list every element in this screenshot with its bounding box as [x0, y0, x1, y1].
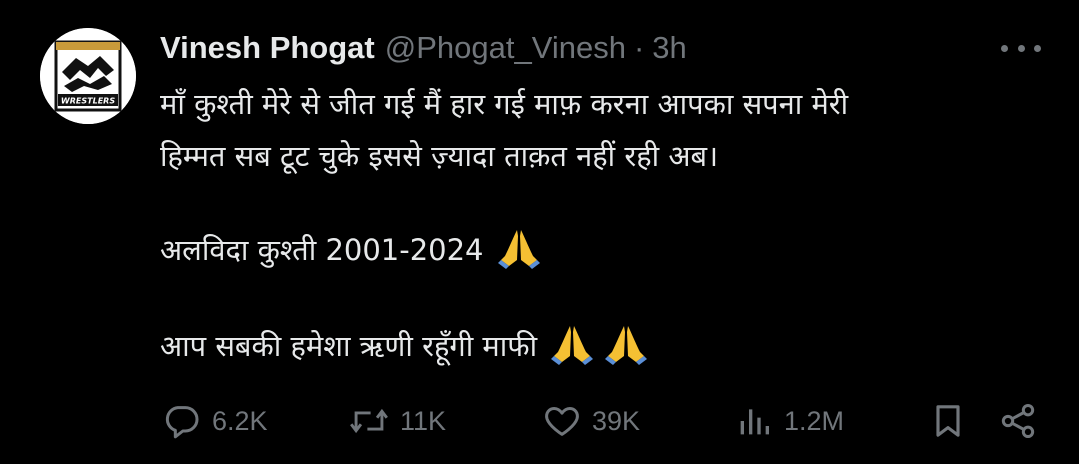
tweet-header: Vinesh Phogat @Phogat_Vinesh · 3h: [160, 26, 687, 70]
folded-hands-emoji-icon: [551, 326, 594, 365]
view-count: 1.2M: [784, 405, 845, 436]
retweet-count: 11K: [400, 405, 447, 436]
timestamp[interactable]: 3h: [652, 30, 686, 66]
wrestlers-logo-icon: WRESTLERS: [40, 28, 136, 124]
reply-count: 6.2K: [212, 405, 268, 436]
retweet-button[interactable]: 11K: [348, 396, 446, 446]
user-handle[interactable]: @Phogat_Vinesh: [385, 30, 626, 66]
folded-hands-emoji-icon: [497, 230, 540, 269]
tweet-text-line: हिम्मत सब टूट चुके इससे ज़्यादा ताक़त नह…: [160, 139, 719, 173]
bookmark-button[interactable]: [928, 396, 968, 446]
like-button[interactable]: 39K: [542, 396, 640, 446]
tweet-actions: 6.2K 11K 39K 1.2M: [160, 396, 1040, 446]
share-icon: [1001, 404, 1035, 438]
tweet-text-line: आप सबकी हमेशा ऋणी रहूँगी माफी: [160, 322, 648, 366]
tweet-text-line: माँ कुश्ती मेरे से जीत गई मैं हार गई माफ…: [160, 87, 849, 121]
more-icon-dot: [1001, 44, 1008, 52]
more-icon-dot: [1034, 44, 1041, 52]
bookmark-icon: [936, 405, 960, 437]
share-button[interactable]: [998, 396, 1038, 446]
folded-hands-emoji-icon: [604, 326, 647, 365]
like-count: 39K: [592, 405, 641, 436]
views-icon: [740, 409, 769, 435]
views-button[interactable]: 1.2M: [734, 396, 844, 446]
avatar-logo-text: WRESTLERS: [61, 97, 115, 106]
more-options-button[interactable]: [1001, 36, 1041, 60]
retweet-icon: [350, 408, 388, 434]
reply-icon: [165, 406, 199, 439]
heart-icon: [545, 407, 579, 436]
tweet-text-line: अलविदा कुश्ती 2001-2024: [160, 226, 541, 270]
separator-dot: ·: [633, 30, 645, 65]
tweet-text: आप सबकी हमेशा ऋणी रहूँगी माफी: [160, 329, 538, 363]
avatar[interactable]: WRESTLERS: [40, 28, 136, 124]
tweet[interactable]: WRESTLERS Vinesh Phogat @Phogat_Vinesh ·…: [0, 0, 1079, 464]
tweet-text: अलविदा कुश्ती 2001-2024: [160, 233, 484, 267]
reply-button[interactable]: 6.2K: [162, 396, 268, 446]
display-name[interactable]: Vinesh Phogat: [160, 30, 375, 66]
more-icon-dot: [1017, 44, 1025, 52]
